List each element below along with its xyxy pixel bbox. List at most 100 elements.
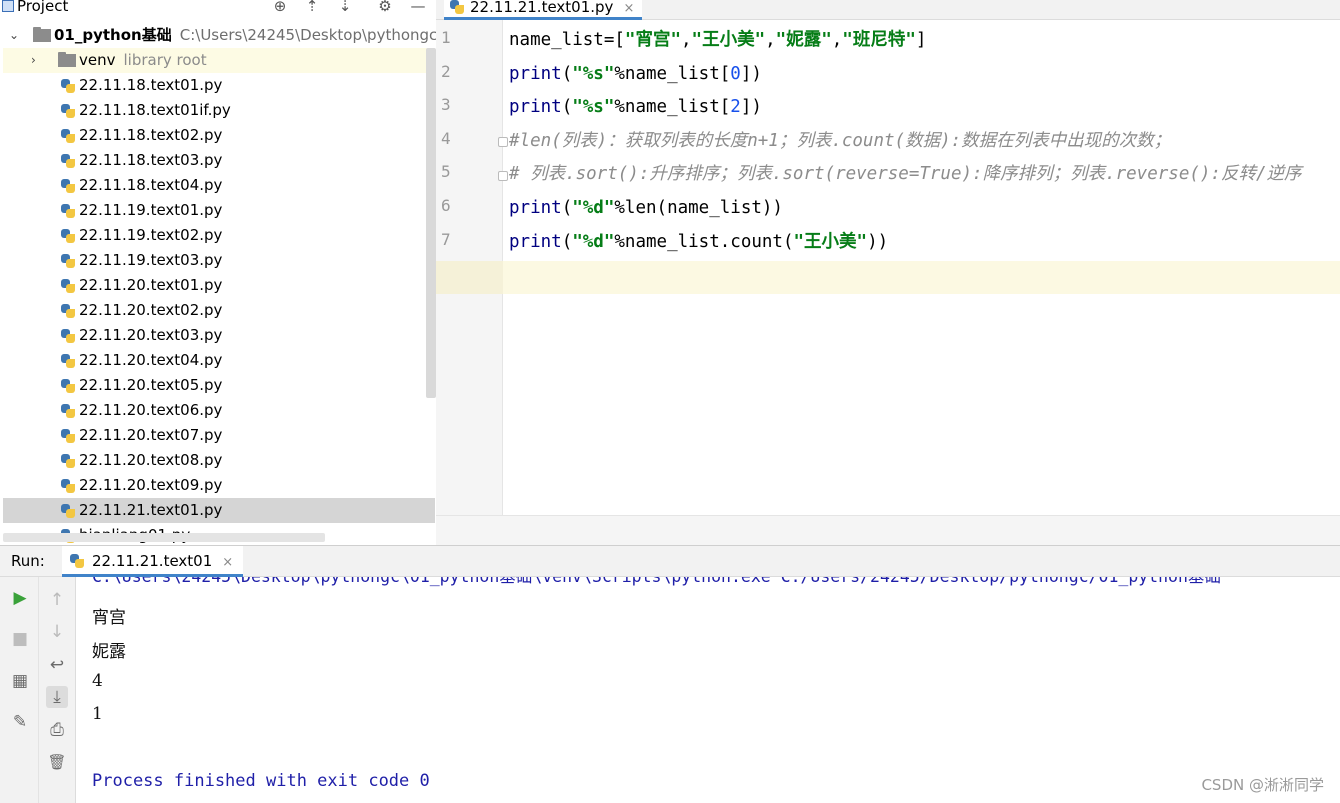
stop-icon[interactable]: ■ — [9, 628, 31, 650]
hide-panel-icon[interactable]: — — [409, 0, 427, 15]
tree-file-name: 22.11.20.text01.py — [79, 276, 223, 294]
code-token: "%s" — [572, 63, 615, 84]
python-file-icon — [60, 203, 76, 219]
tree-file-row[interactable]: 22.11.20.text01.py — [3, 273, 435, 298]
close-icon[interactable]: × — [623, 1, 634, 16]
code-line[interactable]: print("%d"%len(name_list)) — [509, 192, 783, 225]
tree-row-root[interactable]: ⌄ 01_python基础 C:\Users\24245\Desktop\pyth… — [3, 23, 436, 48]
code-token: print — [509, 97, 562, 118]
python-file-icon — [60, 503, 76, 519]
code-line[interactable]: print("%d"%name_list.count("王小美")) — [509, 226, 888, 259]
tree-file-row[interactable]: 22.11.18.text02.py — [3, 123, 435, 148]
run-label: Run: — [11, 552, 45, 570]
fold-marker-icon[interactable] — [498, 137, 508, 147]
tree-file-row[interactable]: 22.11.18.text04.py — [3, 173, 435, 198]
code-token: ]) — [740, 63, 762, 84]
tree-file-name: 22.11.18.text01.py — [79, 76, 223, 94]
tree-file-row[interactable]: 22.11.20.text09.py — [3, 473, 435, 498]
root-folder-path: C:\Users\24245\Desktop\pythongc\0 — [179, 26, 436, 44]
code-token: "宵宫" — [624, 30, 681, 50]
code-token: , — [831, 30, 843, 50]
editor-tab-active[interactable]: 22.11.21.text01.py × — [444, 0, 643, 20]
tree-file-name: 22.11.18.text02.py — [79, 126, 223, 144]
trash-icon[interactable]: 🗑 — [46, 751, 68, 773]
code-token: #len(列表)：获取列表的长度n+1；列表.count(数据):数据在列表中出… — [509, 130, 1172, 151]
python-file-icon — [60, 128, 76, 144]
tree-file-name: 22.11.20.text02.py — [79, 301, 223, 319]
tree-file-row[interactable]: 22.11.20.text07.py — [3, 423, 435, 448]
project-panel-title[interactable]: Project — [17, 0, 68, 15]
tree-file-row[interactable]: 22.11.18.text01if.py — [3, 98, 435, 123]
code-line[interactable]: # 列表.sort():升序排序；列表.sort(reverse=True):降… — [509, 158, 1302, 191]
code-line[interactable]: print("%s"%name_list[2]) — [509, 91, 762, 124]
close-icon[interactable]: × — [222, 555, 233, 570]
down-arrow-icon[interactable]: ↓ — [46, 621, 68, 643]
expand-all-icon[interactable]: ⇡ — [303, 0, 321, 15]
code-token: "%d" — [572, 231, 615, 252]
tree-file-name: 22.11.20.text08.py — [79, 451, 223, 469]
python-file-icon — [449, 0, 465, 15]
layout-icon[interactable]: ▦ — [9, 670, 31, 692]
console-output-line: 妮露 — [92, 642, 126, 662]
console-output-line: 4 — [92, 671, 103, 691]
code-token: "%s" — [572, 97, 615, 118]
code-token: , — [765, 30, 776, 50]
python-file-icon — [60, 178, 76, 194]
tree-vertical-scrollbar[interactable] — [426, 48, 436, 398]
tree-file-row[interactable]: 22.11.19.text03.py — [3, 248, 435, 273]
code-token: ( — [561, 198, 573, 218]
console-output[interactable]: C:\Users\24245\Desktop\pythongc\01_pytho… — [76, 577, 1340, 803]
chevron-right-icon[interactable]: › — [31, 48, 36, 73]
code-token: ( — [561, 97, 573, 118]
up-arrow-icon[interactable]: ↑ — [46, 589, 68, 611]
scroll-to-end-icon[interactable]: ⤓ — [46, 686, 68, 708]
tree-file-row[interactable]: 22.11.20.text08.py — [3, 448, 435, 473]
code-line[interactable]: print("%s"%name_list[0]) — [509, 58, 762, 91]
soft-wrap-icon[interactable]: ↩ — [46, 654, 68, 676]
locate-file-icon[interactable]: ⊕ — [271, 0, 289, 15]
tree-file-row[interactable]: 22.11.18.text01.py — [3, 73, 435, 98]
run-tab-label: 22.11.21.text01 — [92, 552, 213, 570]
python-file-icon — [60, 453, 76, 469]
code-line[interactable]: name_list=["宵宫","王小美","妮露","班尼特"] — [509, 24, 926, 57]
run-tab[interactable]: 22.11.21.text01 × — [62, 546, 244, 577]
code-token: ]) — [740, 97, 762, 118]
tree-file-row[interactable]: 22.11.19.text01.py — [3, 198, 435, 223]
tree-file-row[interactable]: 22.11.20.text02.py — [3, 298, 435, 323]
code-line[interactable]: #len(列表)：获取列表的长度n+1；列表.count(数据):数据在列表中出… — [509, 125, 1171, 158]
tree-file-row[interactable]: 22.11.20.text05.py — [3, 373, 435, 398]
tree-file-row[interactable]: 22.11.20.text03.py — [3, 323, 435, 348]
tree-file-row[interactable]: 22.11.20.text06.py — [3, 398, 435, 423]
editor-tab-label: 22.11.21.text01.py — [470, 0, 614, 16]
code-token: ( — [561, 231, 573, 252]
project-tree: ⌄ 01_python基础 C:\Users\24245\Desktop\pyth… — [3, 23, 436, 545]
gear-icon[interactable]: ⚙ — [376, 0, 394, 15]
python-file-icon — [60, 378, 76, 394]
chevron-down-icon[interactable]: ⌄ — [9, 23, 19, 48]
console-output-line: 宵宫 — [92, 608, 126, 628]
tree-horizontal-scrollbar[interactable] — [3, 533, 325, 542]
print-icon[interactable]: ⎙ — [46, 719, 68, 741]
python-file-icon — [60, 328, 76, 344]
tree-file-row[interactable]: 22.11.19.text02.py — [3, 223, 435, 248]
tree-file-row[interactable]: 22.11.18.text03.py — [3, 148, 435, 173]
pin-icon[interactable]: ✎ — [9, 711, 31, 733]
code-token: )) — [867, 231, 889, 252]
tree-file-name: 22.11.20.text03.py — [79, 326, 223, 344]
python-file-icon — [60, 428, 76, 444]
rerun-icon[interactable]: ▶ — [9, 587, 31, 609]
fold-marker-icon[interactable] — [498, 171, 508, 181]
code-editor[interactable]: 22.11.21.text01.py× 12345678 name_list=[… — [436, 0, 1340, 545]
project-panel-header: Project ⊕ ⇡ ⇣ ⚙ — — [0, 0, 436, 22]
tree-file-name: 22.11.19.text03.py — [79, 251, 223, 269]
code-token: "班尼特" — [842, 30, 916, 50]
tree-file-row[interactable]: 22.11.21.text01.py — [3, 498, 435, 523]
python-file-icon — [60, 403, 76, 419]
collapse-all-icon[interactable]: ⇣ — [336, 0, 354, 15]
code-token: # 列表.sort():升序排序；列表.sort(reverse=True):降… — [509, 164, 1302, 185]
tree-row-venv[interactable]: › venv library root — [3, 48, 435, 73]
line-number: 1 — [441, 28, 451, 47]
tree-file-name: 22.11.18.text04.py — [79, 176, 223, 194]
tree-file-row[interactable]: 22.11.20.text04.py — [3, 348, 435, 373]
folder-icon — [33, 27, 51, 42]
